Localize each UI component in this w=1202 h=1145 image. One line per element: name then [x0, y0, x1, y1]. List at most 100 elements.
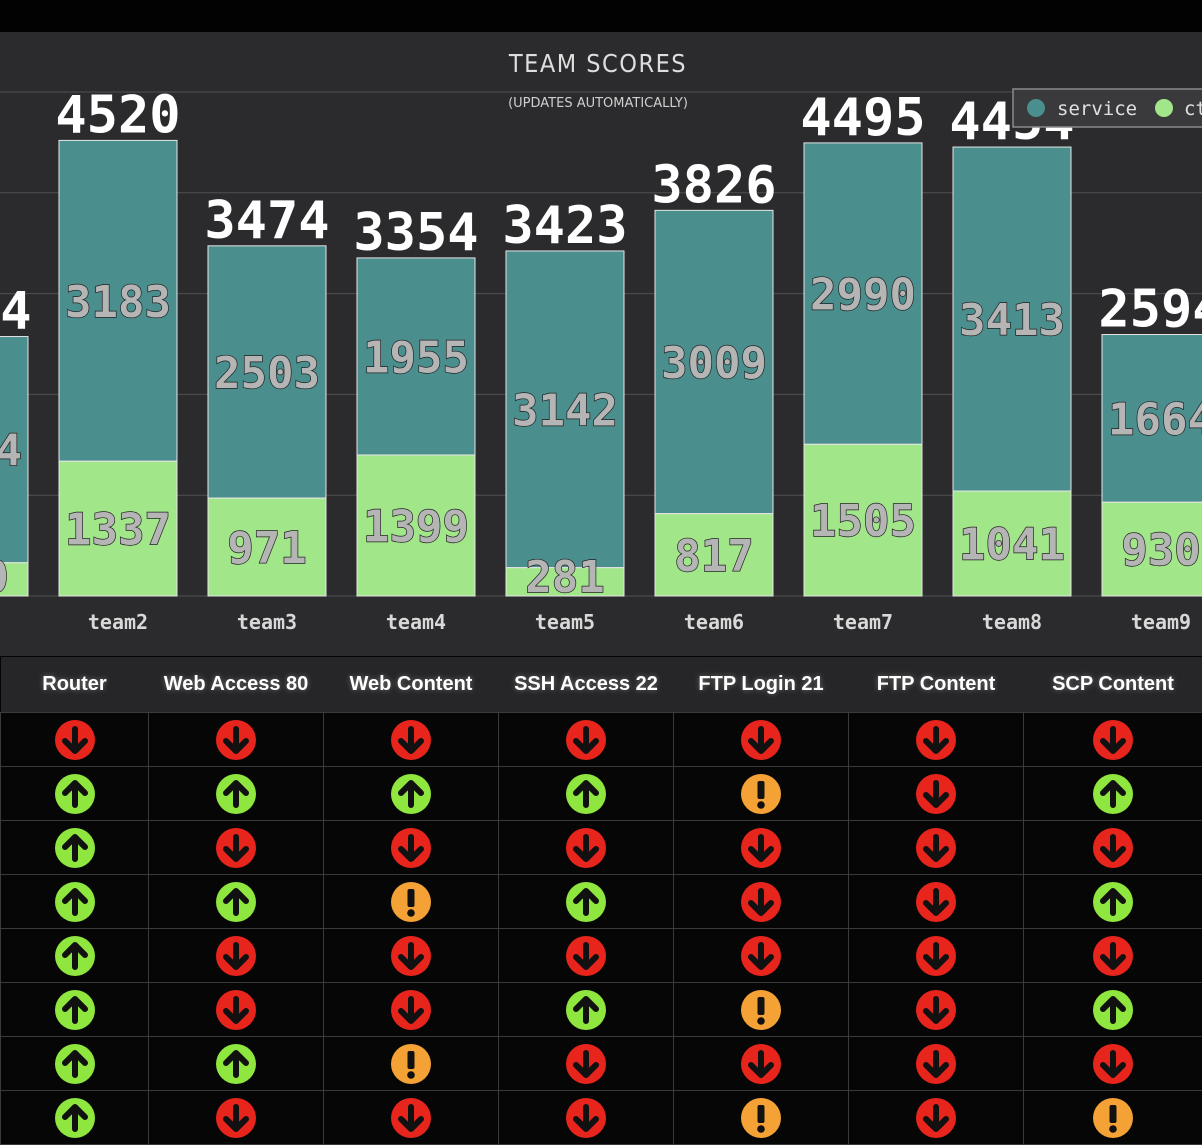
- arrow-up-icon: [1091, 772, 1135, 816]
- category-label: team2: [88, 610, 148, 634]
- bar-label-ctf: 1337: [65, 505, 171, 556]
- arrow-down-icon: [1091, 718, 1135, 762]
- table-row: [1, 767, 1202, 821]
- legend-swatch-service: [1027, 99, 1045, 117]
- category-label: team9: [1131, 610, 1191, 634]
- bar-total-label: 4495: [800, 88, 925, 148]
- column-header: Web Access 80: [149, 657, 324, 713]
- status-cell: [324, 713, 499, 767]
- bar-total-label: 3474: [204, 191, 329, 251]
- category-label: team6: [684, 610, 744, 634]
- status-cell: [149, 713, 324, 767]
- bar-total-label: 2574: [0, 282, 32, 342]
- table-row: [1, 1037, 1202, 1091]
- exclamation-icon: [1091, 1096, 1135, 1140]
- exclamation-icon: [389, 1042, 433, 1086]
- arrow-down-icon: [914, 826, 958, 870]
- bar-label-ctf: 281: [525, 552, 604, 603]
- arrow-up-icon: [1091, 988, 1135, 1032]
- bar-total-label: 3423: [502, 196, 627, 256]
- legend-label-service: service: [1057, 98, 1137, 120]
- arrow-down-icon: [914, 772, 958, 816]
- column-header: SCP Content: [1024, 657, 1202, 713]
- status-cell: [499, 767, 674, 821]
- status-cell: [324, 767, 499, 821]
- status-cell: [149, 1037, 324, 1091]
- arrow-down-icon: [389, 718, 433, 762]
- arrow-up-icon: [53, 934, 97, 978]
- status-cell: [324, 929, 499, 983]
- arrow-down-icon: [214, 988, 258, 1032]
- bar-total-label: 3826: [651, 155, 776, 215]
- bar-total-label: 4520: [55, 85, 180, 145]
- bar-label-service: 2244: [0, 426, 22, 477]
- table-body: [1, 713, 1202, 1145]
- arrow-down-icon: [914, 1042, 958, 1086]
- legend-label-ctf: ctf: [1184, 98, 1202, 120]
- status-cell: [674, 1091, 849, 1145]
- arrow-down-icon: [214, 718, 258, 762]
- status-cell: [674, 875, 849, 929]
- status-cell: [1, 821, 149, 875]
- column-header: SSH Access 22: [499, 657, 674, 713]
- status-cell: [674, 713, 849, 767]
- bar-label-service: 3413: [959, 295, 1065, 346]
- exclamation-icon: [739, 988, 783, 1032]
- status-cell: [499, 929, 674, 983]
- arrow-down-icon: [389, 934, 433, 978]
- status-cell: [149, 1091, 324, 1145]
- bar-total-label: 3354: [353, 203, 478, 263]
- bar-label-service: 1664: [1108, 394, 1202, 445]
- arrow-down-icon: [914, 880, 958, 924]
- arrow-down-icon: [214, 934, 258, 978]
- status-cell: [1024, 1037, 1202, 1091]
- team-scores-chart: TEAM SCORES(UPDATES AUTOMATICALLY)224433…: [0, 32, 1202, 656]
- arrow-down-icon: [1091, 1042, 1135, 1086]
- status-cell: [1, 767, 149, 821]
- category-label: team3: [237, 610, 297, 634]
- arrow-down-icon: [214, 826, 258, 870]
- arrow-up-icon: [214, 1042, 258, 1086]
- status-cell: [849, 983, 1024, 1037]
- exclamation-icon: [389, 880, 433, 924]
- arrow-up-icon: [564, 880, 608, 924]
- status-cell: [674, 983, 849, 1037]
- status-cell: [849, 929, 1024, 983]
- status-cell: [1, 713, 149, 767]
- table-header-row: RouterWeb Access 80Web ContentSSH Access…: [1, 657, 1202, 713]
- category-label: team7: [833, 610, 893, 634]
- arrow-up-icon: [53, 826, 97, 870]
- status-cell: [674, 1037, 849, 1091]
- status-cell: [499, 713, 674, 767]
- arrow-up-icon: [1091, 880, 1135, 924]
- arrow-up-icon: [564, 772, 608, 816]
- bar-label-service: 2503: [214, 348, 320, 399]
- arrow-down-icon: [389, 826, 433, 870]
- status-cell: [849, 713, 1024, 767]
- arrow-down-icon: [564, 1096, 608, 1140]
- status-cell: [1024, 1091, 1202, 1145]
- arrow-up-icon: [53, 1042, 97, 1086]
- status-cell: [849, 1091, 1024, 1145]
- table-row: [1, 821, 1202, 875]
- bar-label-ctf: 1505: [810, 496, 916, 547]
- arrow-up-icon: [564, 988, 608, 1032]
- bar-label-ctf: 330: [0, 552, 9, 603]
- arrow-down-icon: [1091, 826, 1135, 870]
- arrow-down-icon: [564, 826, 608, 870]
- arrow-down-icon: [739, 880, 783, 924]
- status-cell: [1, 983, 149, 1037]
- arrow-up-icon: [53, 772, 97, 816]
- status-cell: [674, 929, 849, 983]
- arrow-up-icon: [214, 880, 258, 924]
- bar-label-ctf: 1399: [363, 501, 469, 552]
- category-label: team5: [535, 610, 595, 634]
- exclamation-icon: [739, 772, 783, 816]
- status-cell: [1024, 821, 1202, 875]
- arrow-down-icon: [914, 934, 958, 978]
- status-cell: [499, 1037, 674, 1091]
- status-cell: [499, 1091, 674, 1145]
- column-header: FTP Content: [849, 657, 1024, 713]
- service-status-table: RouterWeb Access 80Web ContentSSH Access…: [0, 657, 1202, 1145]
- category-label: team8: [982, 610, 1042, 634]
